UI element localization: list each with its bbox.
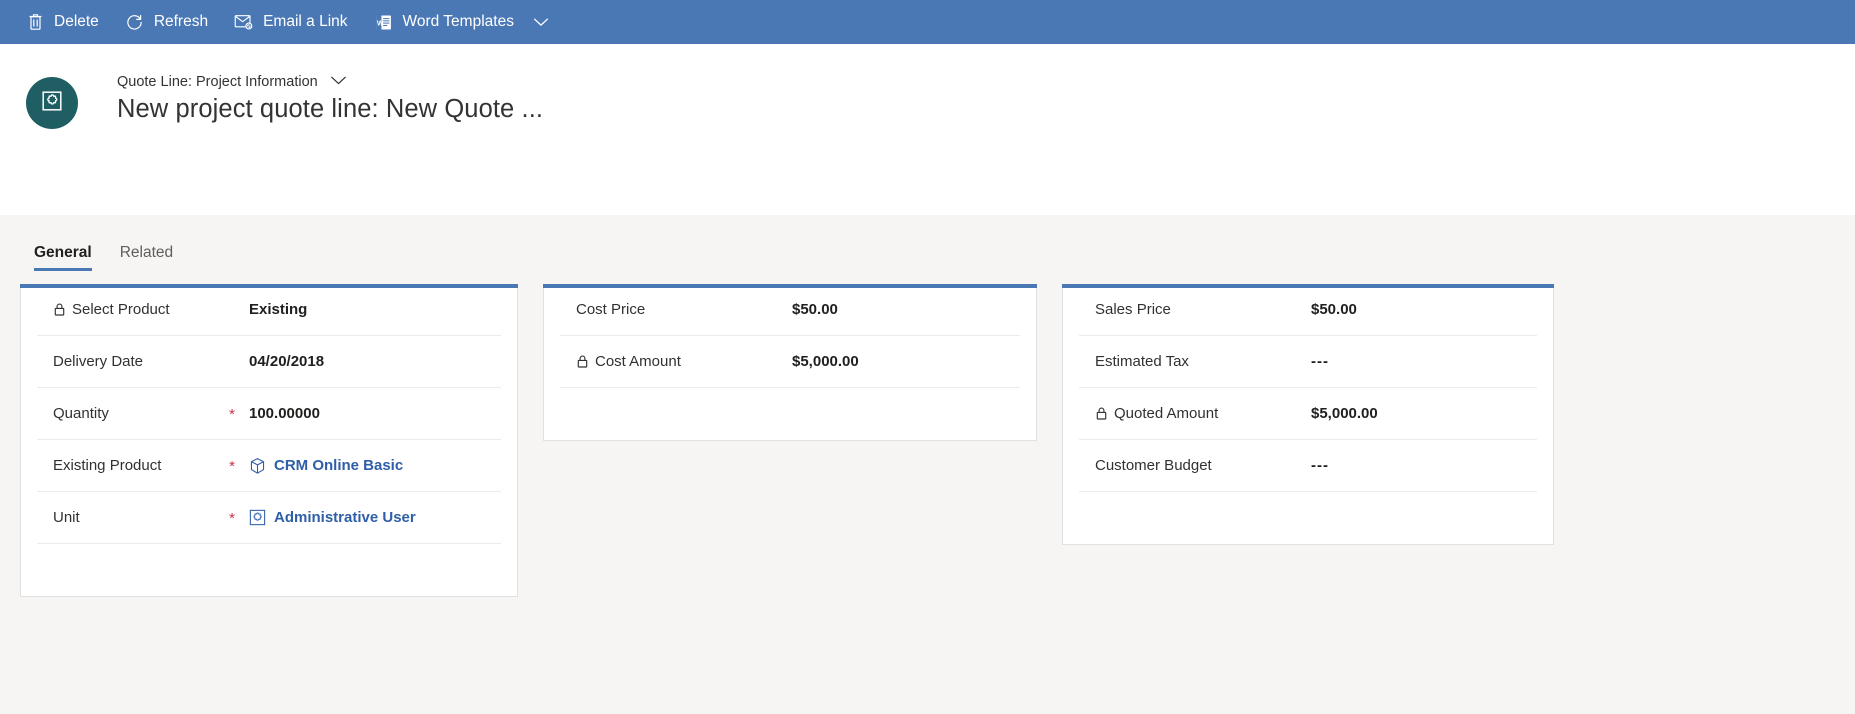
field-label-text: Cost Price — [576, 301, 646, 318]
field-label-existing-product: Existing Product — [53, 457, 225, 474]
field-row-cost-price[interactable]: Cost Price * $50.00 — [560, 284, 1020, 336]
field-label-cost-price: Cost Price — [576, 301, 768, 318]
word-templates-button-label: Word Templates — [402, 13, 514, 31]
tab-related-label: Related — [119, 244, 174, 261]
field-value-customer-budget[interactable]: --- — [1311, 457, 1329, 474]
entity-breadcrumb[interactable]: Quote Line: Project Information — [117, 74, 543, 90]
field-label-select-product: Select Product — [53, 301, 225, 318]
tab-general-label: General — [34, 244, 92, 261]
field-label-text: Delivery Date — [53, 353, 144, 370]
field-label-delivery-date: Delivery Date — [53, 353, 225, 370]
field-label-text: Quantity — [53, 405, 109, 422]
required-marker: * — [1287, 459, 1301, 474]
lock-icon — [576, 354, 589, 369]
email-a-link-button[interactable]: Email a Link — [221, 0, 360, 44]
field-label-text: Cost Amount — [595, 353, 681, 370]
required-marker: * — [1287, 407, 1301, 422]
field-row-quoted-amount[interactable]: Quoted Amount * $5,000.00 — [1079, 388, 1537, 440]
form-body: General Related Select Product * — [0, 215, 1855, 714]
required-marker: * — [768, 355, 782, 370]
refresh-icon — [125, 12, 145, 32]
chevron-down-icon[interactable] — [533, 17, 549, 27]
field-label-quoted-amount: Quoted Amount — [1095, 405, 1287, 422]
required-marker: * — [225, 355, 239, 370]
field-row-estimated-tax[interactable]: Estimated Tax * --- — [1079, 336, 1537, 388]
field-value-unit[interactable]: Administrative User — [249, 509, 416, 526]
field-value-select-product[interactable]: Existing — [249, 301, 307, 318]
field-value-sales-price[interactable]: $50.00 — [1311, 301, 1357, 318]
field-value-existing-product[interactable]: CRM Online Basic — [249, 457, 403, 475]
record-header-text: Quote Line: Project Information New proj… — [117, 74, 543, 124]
product-details-card: Select Product * Existing Delivery Date … — [20, 284, 518, 597]
required-marker: * — [225, 303, 239, 318]
required-marker: * — [229, 406, 235, 423]
field-label-unit: Unit — [53, 509, 225, 526]
refresh-button-label: Refresh — [153, 13, 209, 31]
email-link-icon — [234, 12, 254, 32]
field-label-text: Customer Budget — [1095, 457, 1212, 474]
field-value-text: CRM Online Basic — [274, 457, 404, 474]
record-header: Quote Line: Project Information New proj… — [0, 44, 1855, 215]
required-marker: * — [768, 303, 782, 318]
required-marker: * — [1287, 355, 1301, 370]
command-bar: Delete Refresh Email a Link W Word Templ… — [0, 0, 1855, 44]
tab-related[interactable]: Related — [106, 244, 187, 271]
card-trailing-blank-row — [560, 388, 1020, 440]
card-trailing-blank-row — [1079, 492, 1537, 544]
field-row-select-product[interactable]: Select Product * Existing — [37, 284, 501, 336]
field-value-delivery-date[interactable]: 04/20/2018 — [249, 353, 324, 370]
lock-icon — [1095, 406, 1108, 421]
field-value-quantity[interactable]: 100.00000 — [249, 405, 320, 422]
delete-button-label: Delete — [54, 13, 99, 31]
field-value-text: Administrative User — [274, 509, 416, 526]
word-templates-button[interactable]: W Word Templates — [361, 0, 562, 44]
field-label-customer-budget: Customer Budget — [1095, 457, 1287, 474]
product-box-icon — [249, 457, 266, 475]
tab-strip: General Related — [0, 215, 1855, 271]
required-marker: * — [229, 510, 235, 527]
field-label-text: Unit — [53, 509, 80, 526]
unit-entity-icon — [249, 509, 266, 526]
cost-card: Cost Price * $50.00 Cost Amount * $5,0 — [543, 284, 1037, 441]
field-label-estimated-tax: Estimated Tax — [1095, 353, 1287, 370]
field-label-text: Existing Product — [53, 457, 162, 474]
field-value-cost-price[interactable]: $50.00 — [792, 301, 838, 318]
card-trailing-blank-row — [37, 544, 501, 596]
word-templates-icon: W — [374, 12, 394, 32]
email-a-link-button-label: Email a Link — [263, 13, 348, 31]
refresh-button[interactable]: Refresh — [112, 0, 221, 44]
field-value-estimated-tax[interactable]: --- — [1311, 353, 1329, 370]
lock-icon — [53, 302, 66, 317]
entity-name-label: Quote Line: Project Information — [117, 74, 318, 90]
field-value-cost-amount[interactable]: $5,000.00 — [792, 353, 859, 370]
field-value-quoted-amount[interactable]: $5,000.00 — [1311, 405, 1378, 422]
field-row-sales-price[interactable]: Sales Price * $50.00 — [1079, 284, 1537, 336]
avatar — [26, 77, 78, 129]
tab-general[interactable]: General — [20, 244, 106, 271]
field-row-delivery-date[interactable]: Delivery Date * 04/20/2018 — [37, 336, 501, 388]
form-columns: Select Product * Existing Delivery Date … — [0, 271, 1855, 597]
svg-text:W: W — [377, 19, 384, 27]
delete-button[interactable]: Delete — [12, 0, 112, 44]
required-marker: * — [229, 458, 235, 475]
field-row-cost-amount[interactable]: Cost Amount * $5,000.00 — [560, 336, 1020, 388]
field-row-customer-budget[interactable]: Customer Budget * --- — [1079, 440, 1537, 492]
page-title: New project quote line: New Quote ... — [117, 95, 544, 123]
chevron-down-icon[interactable] — [330, 74, 347, 90]
field-row-existing-product[interactable]: Existing Product * CRM Online Basic — [37, 440, 501, 492]
unit-entity-icon — [40, 89, 64, 118]
pricing-card: Sales Price * $50.00 Estimated Tax * --- — [1062, 284, 1554, 545]
required-marker: * — [1287, 303, 1301, 318]
field-label-text: Select Product — [72, 301, 170, 318]
field-row-unit[interactable]: Unit * Administrative User — [37, 492, 501, 544]
field-row-quantity[interactable]: Quantity * 100.00000 — [37, 388, 501, 440]
field-label-quantity: Quantity — [53, 405, 225, 422]
field-label-text: Estimated Tax — [1095, 353, 1189, 370]
field-label-sales-price: Sales Price — [1095, 301, 1287, 318]
trash-icon — [25, 12, 45, 32]
field-label-cost-amount: Cost Amount — [576, 353, 768, 370]
field-label-text: Quoted Amount — [1114, 405, 1219, 422]
field-label-text: Sales Price — [1095, 301, 1171, 318]
